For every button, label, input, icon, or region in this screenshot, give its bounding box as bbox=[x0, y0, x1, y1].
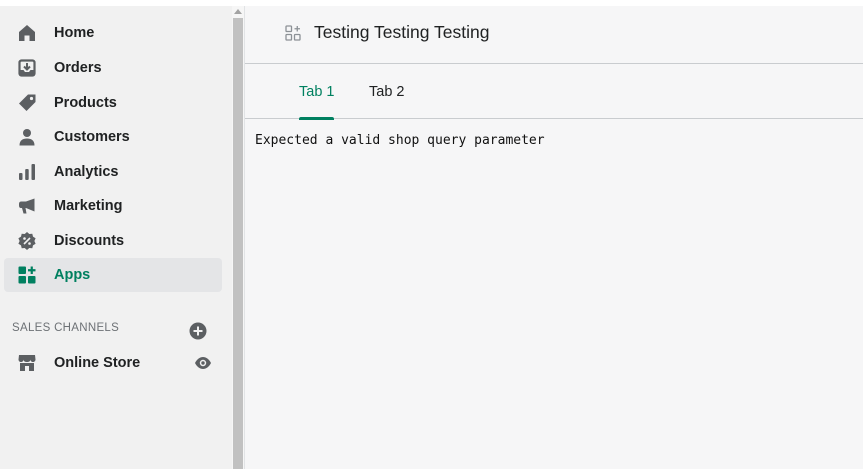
error-message: Expected a valid shop query parameter bbox=[255, 133, 545, 148]
sidebar-item-apps[interactable]: Apps bbox=[4, 258, 222, 292]
app-grid-icon bbox=[285, 25, 301, 41]
eye-icon[interactable] bbox=[192, 352, 214, 374]
sidebar: Home Orders Products Customers Analytics… bbox=[0, 6, 232, 469]
sidebar-item-label: Products bbox=[54, 95, 117, 111]
sidebar-item-label: Customers bbox=[54, 129, 130, 145]
home-icon bbox=[16, 22, 38, 44]
orders-icon bbox=[16, 57, 38, 79]
person-icon bbox=[16, 126, 38, 148]
bar-chart-icon bbox=[16, 161, 38, 183]
sidebar-item-label: Online Store bbox=[54, 355, 141, 371]
sidebar-item-home[interactable]: Home bbox=[4, 16, 222, 50]
sidebar-item-products[interactable]: Products bbox=[4, 86, 222, 120]
apps-icon bbox=[16, 264, 38, 286]
discount-icon bbox=[16, 230, 38, 252]
sidebar-item-label: Marketing bbox=[54, 198, 123, 214]
sidebar-item-label: Home bbox=[54, 25, 95, 41]
tag-icon bbox=[16, 92, 38, 114]
scrollbar-thumb[interactable] bbox=[233, 18, 243, 469]
add-sales-channel-icon[interactable] bbox=[188, 321, 208, 341]
sidebar-item-customers[interactable]: Customers bbox=[4, 120, 222, 154]
sidebar-scrollbar[interactable] bbox=[232, 6, 244, 469]
megaphone-icon bbox=[16, 195, 38, 217]
tab-2[interactable]: Tab 2 bbox=[369, 64, 404, 119]
store-icon bbox=[16, 352, 38, 374]
sidebar-item-discounts[interactable]: Discounts bbox=[4, 224, 222, 258]
tab-1[interactable]: Tab 1 bbox=[299, 64, 335, 120]
page-title: Testing Testing Testing bbox=[314, 22, 490, 42]
sidebar-item-label: Discounts bbox=[54, 233, 125, 249]
sidebar-item-orders[interactable]: Orders bbox=[4, 51, 222, 85]
sales-channels-title: SALES CHANNELS bbox=[12, 322, 120, 334]
sidebar-item-analytics[interactable]: Analytics bbox=[4, 155, 222, 189]
sidebar-item-label: Orders bbox=[54, 60, 102, 76]
sidebar-item-online-store[interactable]: Online Store bbox=[4, 346, 222, 380]
sidebar-item-label: Apps bbox=[54, 267, 91, 283]
main-content: Testing Testing Testing Tab 1 Tab 2 Expe… bbox=[244, 6, 863, 469]
sidebar-item-marketing[interactable]: Marketing bbox=[4, 189, 222, 223]
app-header: Testing Testing Testing bbox=[245, 6, 863, 64]
sidebar-item-label: Analytics bbox=[54, 164, 119, 180]
tab-bar: Tab 1 Tab 2 bbox=[245, 64, 863, 120]
scroll-up-arrow-icon[interactable] bbox=[234, 9, 242, 14]
